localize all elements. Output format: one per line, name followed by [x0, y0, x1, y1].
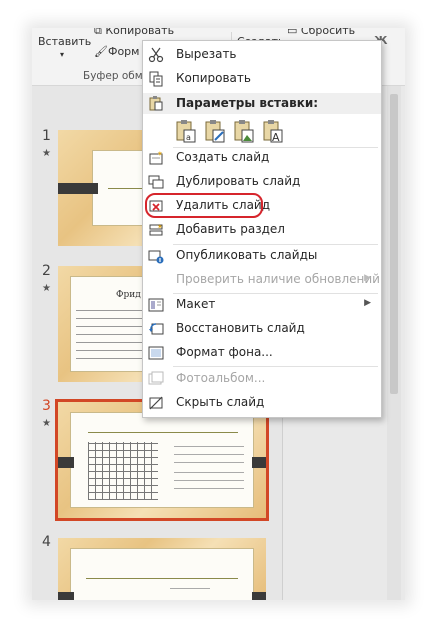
copy-button[interactable]: ⧉ Копировать	[94, 28, 174, 38]
reset-slide-icon	[149, 323, 164, 335]
format-painter-button[interactable]: 🖌Форм	[94, 45, 139, 58]
menu-item-duplicate-slide[interactable]: Дублировать слайд	[143, 170, 381, 194]
scissors-icon	[148, 47, 164, 63]
transition-star-icon: ★	[42, 148, 51, 159]
slide-thumbnail-4[interactable]	[58, 538, 266, 600]
svg-text:✶: ✶	[157, 223, 163, 231]
clipboard-group-label: Буфер обм	[83, 70, 143, 82]
paste-use-destination-theme-icon[interactable]: a	[175, 119, 197, 143]
hide-slide-icon	[149, 396, 163, 410]
copy-icon: ⧉	[94, 28, 106, 37]
clipboard-icon	[149, 96, 163, 111]
reset-icon: ▭	[287, 28, 301, 37]
crossword-grid	[88, 442, 158, 500]
brush-icon: 🖌	[94, 45, 108, 58]
menu-item-label: Фотоальбом...	[176, 371, 266, 385]
menu-item-new-slide[interactable]: ✶ Создать слайд	[143, 146, 381, 170]
menu-item-hide-slide[interactable]: Скрыть слайд	[143, 391, 381, 415]
format-background-icon	[148, 346, 164, 360]
menu-item-publish-slides[interactable]: Опубликовать слайды	[143, 244, 381, 268]
slide-number: 1	[42, 128, 51, 144]
menu-item-label: Копировать	[176, 71, 251, 85]
svg-text:a: a	[186, 133, 191, 142]
format-painter-label: Форм	[107, 45, 140, 58]
menu-item-photo-album[interactable]: Фотоальбом...	[143, 367, 381, 391]
menu-item-label: Восстановить слайд	[176, 321, 305, 335]
publish-slides-icon	[148, 250, 164, 264]
menu-item-label: Добавить раздел	[176, 222, 285, 236]
duplicate-slide-icon	[148, 175, 164, 189]
menu-item-label: Создать слайд	[176, 150, 270, 164]
slide-thumbnail-3[interactable]	[55, 399, 269, 521]
layout-icon	[148, 298, 164, 312]
photo-album-icon	[148, 371, 164, 385]
paste-dropdown-icon[interactable]: ▾	[60, 50, 64, 59]
menu-item-label: Формат фона...	[176, 345, 273, 359]
menu-item-label: Макет	[176, 297, 216, 311]
context-menu: Вырезать Копировать Параметры вставки: a…	[142, 40, 382, 418]
menu-item-label: Вырезать	[176, 47, 237, 61]
slide-number: 4	[42, 534, 51, 550]
paste-button[interactable]: Вставить	[38, 35, 91, 48]
submenu-arrow-icon: ▶	[364, 298, 371, 308]
paste-keep-source-formatting-icon[interactable]	[204, 119, 226, 143]
add-section-icon: ✶	[149, 223, 163, 236]
reset-label: Сбросить	[300, 28, 356, 37]
paste-picture-icon[interactable]	[233, 119, 255, 143]
menu-item-add-section[interactable]: ✶ Добавить раздел	[143, 218, 381, 242]
menu-item-label: Дублировать слайд	[176, 174, 301, 188]
vertical-scrollbar[interactable]	[387, 86, 401, 600]
submenu-arrow-icon: ▶	[364, 273, 371, 283]
paste-options-label: Параметры вставки:	[176, 96, 319, 110]
transition-star-icon: ★	[42, 418, 51, 429]
copy-button-label: Копировать	[105, 28, 175, 37]
menu-item-label: Скрыть слайд	[176, 395, 265, 409]
slide-title: Фрид	[116, 290, 141, 300]
menu-item-copy[interactable]: Копировать	[143, 67, 381, 91]
transition-star-icon: ★	[42, 283, 51, 294]
scrollbar-thumb[interactable]	[390, 94, 398, 394]
menu-item-cut[interactable]: Вырезать	[143, 43, 381, 67]
reset-button[interactable]: ▭ Сбросить	[287, 28, 355, 37]
slide-number: 2	[42, 263, 51, 279]
svg-text:✶: ✶	[157, 150, 163, 158]
menu-item-check-updates[interactable]: Проверить наличие обновлений ▶	[143, 268, 381, 292]
svg-text:A: A	[272, 131, 280, 143]
menu-item-layout[interactable]: Макет ▶	[143, 293, 381, 317]
menu-item-label: Проверить наличие обновлений	[176, 272, 380, 286]
menu-item-label: Опубликовать слайды	[176, 248, 318, 262]
copy-icon	[149, 71, 163, 87]
paste-options-header: Параметры вставки:	[143, 93, 381, 114]
delete-slide-highlight-circle	[145, 193, 263, 218]
menu-item-reset-slide[interactable]: Восстановить слайд	[143, 317, 381, 341]
menu-item-format-background[interactable]: Формат фона...	[143, 341, 381, 365]
slide-number: 3	[42, 398, 51, 414]
new-slide-icon: ✶	[149, 150, 163, 165]
paste-keep-text-only-icon[interactable]: A	[262, 119, 284, 143]
